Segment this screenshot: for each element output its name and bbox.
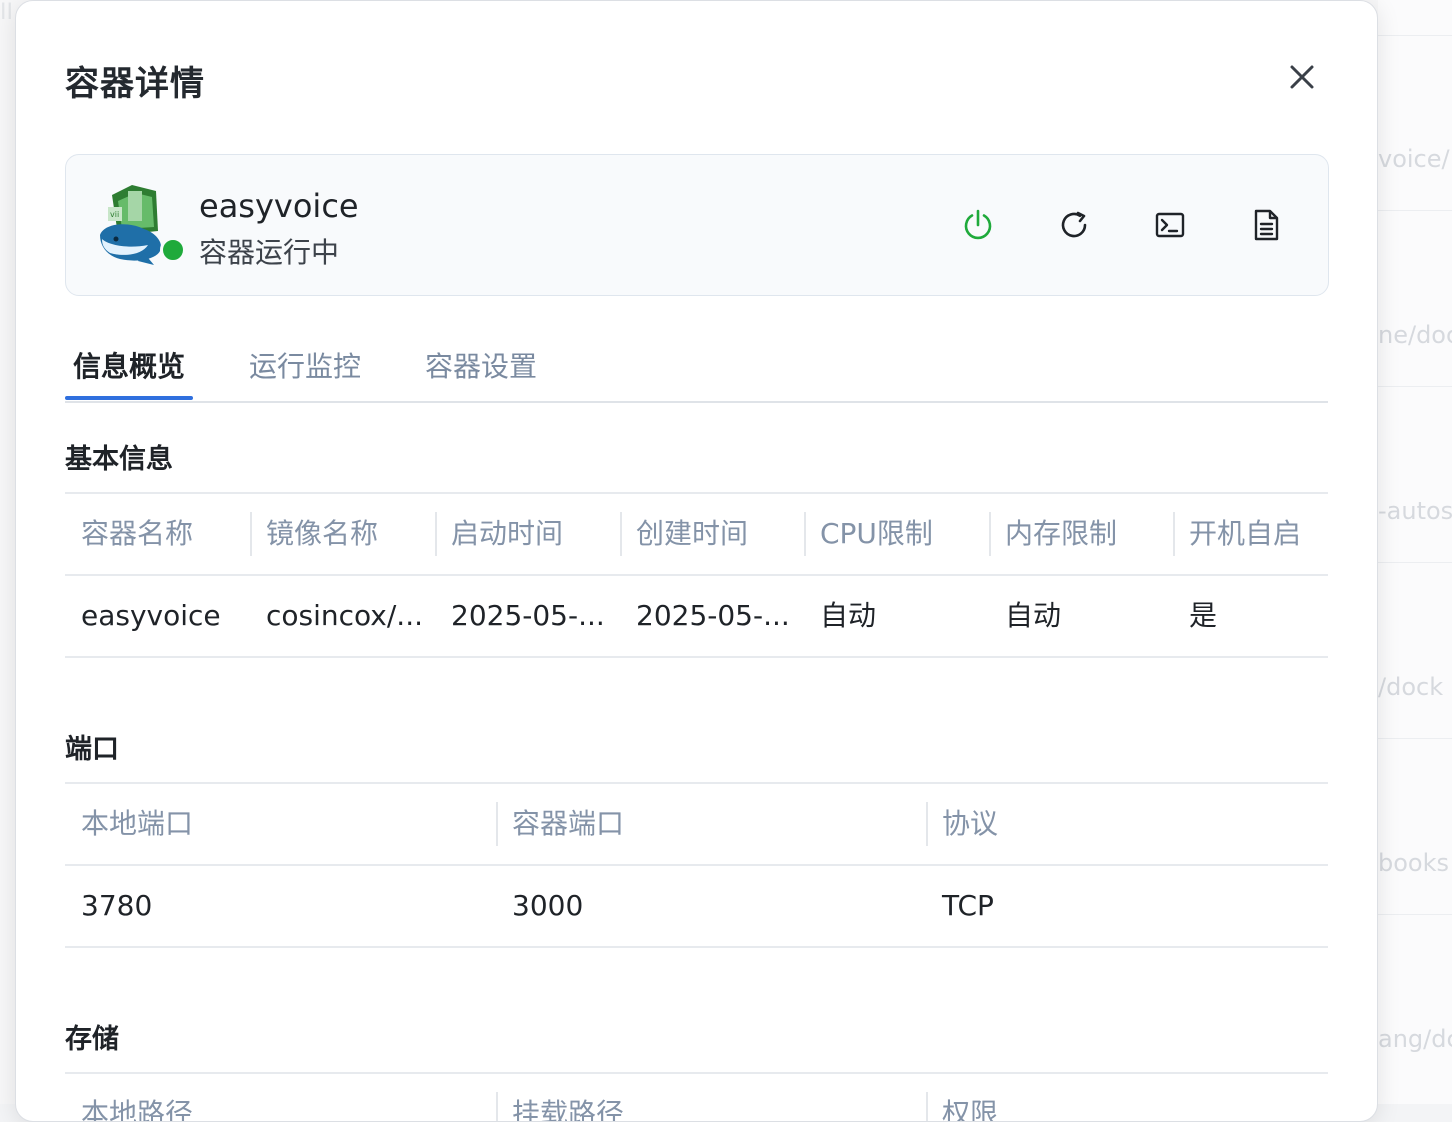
background-row-divider bbox=[1378, 738, 1452, 739]
close-icon bbox=[1290, 65, 1314, 89]
section-title-basic-info: 基本信息 bbox=[65, 444, 173, 475]
column-header: 镜像名称 bbox=[250, 494, 435, 574]
background-row-divider bbox=[1378, 386, 1452, 387]
logs-button[interactable] bbox=[1248, 207, 1284, 243]
background-path-text: ang/dc bbox=[1378, 1025, 1452, 1053]
terminal-icon bbox=[1155, 212, 1185, 238]
table-cell: easyvoice bbox=[81, 599, 221, 632]
column-separator bbox=[435, 512, 437, 556]
section-title-ports: 端口 bbox=[65, 734, 119, 765]
container-status-text: 容器运行中 bbox=[199, 236, 340, 269]
table-cell: 是 bbox=[1189, 599, 1218, 632]
log-icon bbox=[1254, 209, 1279, 241]
svg-text:vii: vii bbox=[110, 210, 119, 219]
table-cell: 自动 bbox=[820, 599, 877, 632]
column-separator bbox=[496, 1092, 498, 1121]
background-path-text: -autos bbox=[1378, 497, 1452, 525]
modal-title: 容器详情 bbox=[65, 64, 205, 104]
table-cell: 3000 bbox=[512, 889, 584, 922]
container-name: easyvoice bbox=[199, 187, 359, 225]
column-header: 内存限制 bbox=[989, 494, 1174, 574]
column-separator bbox=[926, 802, 928, 846]
column-separator bbox=[496, 802, 498, 846]
column-header: 启动时间 bbox=[435, 494, 620, 574]
ports-table: 本地端口 容器端口 协议 3780 3000 TCP bbox=[65, 782, 1328, 948]
column-header: 本地路径 bbox=[81, 1097, 194, 1122]
column-header: 权限 bbox=[926, 1074, 1328, 1121]
tab-settings[interactable]: 容器设置 bbox=[425, 345, 537, 385]
background-row-divider bbox=[1378, 210, 1452, 211]
active-tab-indicator bbox=[65, 396, 193, 400]
column-header: 本地端口 bbox=[81, 807, 194, 840]
table-cell: 2025-05-... bbox=[636, 599, 790, 632]
container-summary-card: vii easyvoice 容器运行中 bbox=[65, 154, 1329, 296]
column-header: CPU限制 bbox=[804, 494, 989, 574]
close-button[interactable] bbox=[1284, 59, 1320, 95]
column-header: 创建时间 bbox=[620, 494, 805, 574]
tab-monitoring[interactable]: 运行监控 bbox=[249, 345, 361, 385]
table-cell: TCP bbox=[942, 889, 994, 922]
power-icon bbox=[964, 209, 992, 240]
column-separator bbox=[926, 1092, 928, 1121]
details-tabs: 信息概览 运行监控 容器设置 bbox=[65, 331, 1328, 403]
table-cell: 3780 bbox=[81, 889, 153, 922]
background-path-text: ne/doc bbox=[1378, 321, 1452, 349]
column-separator bbox=[620, 512, 622, 556]
background-path-text: voice/ bbox=[1378, 145, 1450, 173]
tab-overview[interactable]: 信息概览 bbox=[73, 345, 185, 385]
background-path-text: books bbox=[1378, 849, 1450, 877]
column-separator bbox=[804, 512, 806, 556]
background-path-text: /dock bbox=[1378, 673, 1444, 701]
table-cell: 2025-05-... bbox=[451, 599, 605, 632]
column-header: 协议 bbox=[926, 784, 1328, 864]
column-header: 容器名称 bbox=[81, 517, 194, 550]
running-status-dot bbox=[160, 237, 186, 263]
column-header: 容器端口 bbox=[496, 784, 926, 864]
background-row-divider bbox=[1378, 35, 1452, 36]
column-header: 开机自启 bbox=[1173, 494, 1328, 574]
background-row-divider bbox=[1378, 562, 1452, 563]
column-separator bbox=[1173, 512, 1175, 556]
section-title-storage: 存储 bbox=[65, 1024, 119, 1055]
container-details-modal: 容器详情 vii easyvoice 容器运行中 信息概览 运行监控 容器设置 … bbox=[15, 0, 1378, 1122]
table-row: 3780 3000 TCP bbox=[65, 866, 1328, 948]
column-separator bbox=[250, 512, 252, 556]
table-cell: cosincox/... bbox=[266, 599, 424, 632]
basic-info-table: 容器名称 镜像名称 启动时间 创建时间 CPU限制 内存限制 开机自启 easy… bbox=[65, 492, 1328, 658]
background-row-divider bbox=[1378, 914, 1452, 915]
background-corner-text: II bbox=[0, 0, 13, 25]
table-cell: 自动 bbox=[1005, 599, 1062, 632]
app-logo-icon: vii bbox=[98, 183, 170, 267]
restart-icon bbox=[1061, 211, 1087, 238]
storage-table: 本地路径 挂载路径 权限 bbox=[65, 1072, 1328, 1122]
column-separator bbox=[989, 512, 991, 556]
power-button[interactable] bbox=[960, 207, 996, 243]
column-header: 挂载路径 bbox=[496, 1074, 926, 1121]
terminal-button[interactable] bbox=[1152, 207, 1188, 243]
table-header-row: 本地路径 挂载路径 权限 bbox=[65, 1074, 1328, 1122]
table-header-row: 容器名称 镜像名称 启动时间 创建时间 CPU限制 内存限制 开机自启 bbox=[65, 494, 1328, 576]
table-header-row: 本地端口 容器端口 协议 bbox=[65, 784, 1328, 866]
table-row: easyvoice cosincox/... 2025-05-... 2025-… bbox=[65, 576, 1328, 658]
restart-button[interactable] bbox=[1056, 207, 1092, 243]
